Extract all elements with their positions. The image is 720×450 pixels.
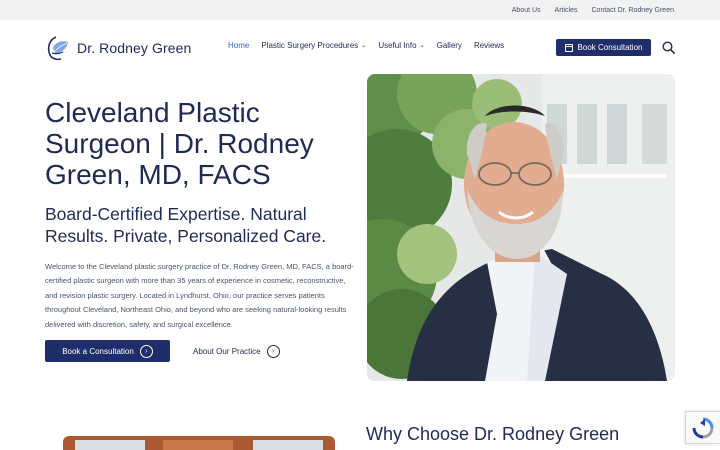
chevron-down-icon: ⌄ xyxy=(419,43,425,49)
articles-link[interactable]: Articles xyxy=(555,7,578,14)
book-consultation-label: Book Consultation xyxy=(577,43,643,52)
hero-subtitle: Board-Certified Expertise. Natural Resul… xyxy=(45,204,327,246)
nav-home-label: Home xyxy=(228,41,250,50)
office-door xyxy=(163,440,233,450)
main-nav: Home Plastic Surgery Procedures ⌄ Useful … xyxy=(228,41,504,50)
about-our-practice-link[interactable]: About Our Practice › xyxy=(193,340,280,362)
nav-gallery[interactable]: Gallery xyxy=(437,41,462,50)
search-icon[interactable] xyxy=(662,41,675,54)
nav-plastic-surgery-procedures[interactable]: Plastic Surgery Procedures ⌄ xyxy=(261,41,366,50)
arrow-right-icon: › xyxy=(139,344,153,358)
nav-useful-info-label: Useful Info xyxy=(378,41,417,50)
site-logo[interactable]: Dr. Rodney Green xyxy=(44,34,191,62)
utility-bar: About Us Articles Contact Dr. Rodney Gre… xyxy=(0,0,720,20)
cta-primary-label: Book a Consultation xyxy=(62,346,134,356)
utility-links: About Us Articles Contact Dr. Rodney Gre… xyxy=(512,0,674,20)
doctor-portrait-photo xyxy=(367,74,675,381)
nav-home[interactable]: Home xyxy=(228,41,249,50)
hero-title: Cleveland Plastic Surgeon | Dr. Rodney G… xyxy=(45,97,314,190)
recaptcha-badge[interactable] xyxy=(685,411,720,444)
cta-secondary-label: About Our Practice xyxy=(193,346,261,356)
arrow-right-icon: › xyxy=(266,344,280,358)
about-us-link[interactable]: About Us xyxy=(512,7,541,14)
office-window xyxy=(253,440,323,450)
chevron-down-icon: ⌄ xyxy=(361,43,367,49)
office-window xyxy=(75,440,145,450)
why-choose-heading: Why Choose Dr. Rodney Green xyxy=(366,424,620,444)
nav-useful-info[interactable]: Useful Info ⌄ xyxy=(378,41,424,50)
recaptcha-icon xyxy=(692,417,714,438)
doctor-portrait-image xyxy=(367,74,675,381)
nav-reviews[interactable]: Reviews xyxy=(474,41,504,50)
nav-procedures-label: Plastic Surgery Procedures xyxy=(261,41,359,50)
site-header: Dr. Rodney Green Home Plastic Surgery Pr… xyxy=(0,20,720,74)
hero-intro-text: Welcome to the Cleveland plastic surgery… xyxy=(45,262,354,329)
contact-link[interactable]: Contact Dr. Rodney Green xyxy=(592,7,675,14)
logo-leaf-icon xyxy=(47,36,68,61)
logo-text: Dr. Rodney Green xyxy=(77,40,192,56)
book-a-consultation-button[interactable]: Book a Consultation › xyxy=(45,340,170,362)
calendar-icon xyxy=(564,43,573,52)
office-photo xyxy=(63,436,335,450)
nav-reviews-label: Reviews xyxy=(473,41,505,50)
nav-gallery-label: Gallery xyxy=(436,41,462,50)
book-consultation-button[interactable]: Book Consultation xyxy=(556,39,651,56)
